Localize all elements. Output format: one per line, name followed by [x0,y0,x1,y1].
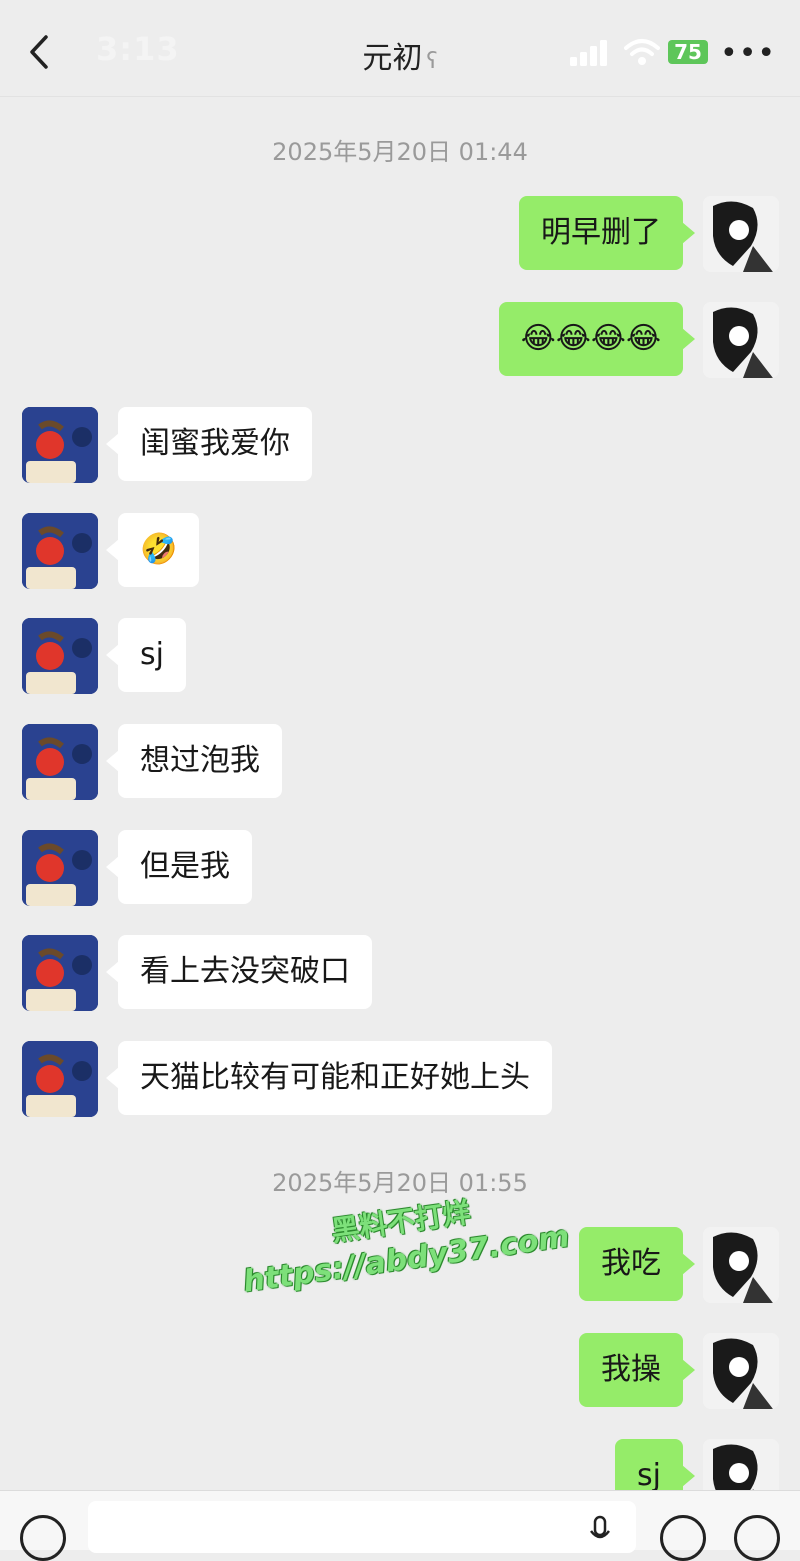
message-bubble-sent[interactable]: 明早删了 [519,196,695,270]
my-avatar[interactable] [703,1227,779,1303]
contact-avatar[interactable] [22,1041,98,1117]
battery-indicator: 75 [668,40,708,64]
watermark: 黑料不打烊 https://abdy37.com [235,1178,576,1323]
chat-input-bar [0,1490,800,1561]
my-avatar[interactable] [703,196,779,272]
contact-avatar[interactable] [22,618,98,694]
message-bubble-received[interactable]: 闺蜜我爱你 [106,407,312,481]
contact-avatar[interactable] [22,724,98,800]
message-bubble-sent[interactable]: 我操 [579,1333,695,1407]
message-bubble-received[interactable]: 🤣 [105,513,200,587]
message-bubble-sent[interactable]: 我吃 [579,1227,695,1301]
message-bubble-received[interactable]: sj [106,618,186,692]
contact-avatar[interactable] [22,407,98,483]
contact-name: 元初 [362,41,423,76]
timestamp: 2025年5月20日 01:55 [272,1169,528,1197]
contact-avatar[interactable] [22,513,98,589]
message-bubble-received[interactable]: 看上去没突破口 [106,935,372,1009]
chat-header: 3:13 元初 ʕ 75 ••• [0,0,800,97]
cellular-signal-icon [570,40,607,66]
more-options-icon[interactable]: ••• [720,36,776,71]
contact-avatar[interactable] [22,830,98,906]
wifi-icon [624,39,660,65]
message-bubble-sent[interactable]: 😂😂😂😂 [498,302,696,376]
microphone-icon[interactable] [588,1515,612,1549]
ear-icon: ʕ [426,49,438,74]
emoji-icon[interactable] [660,1515,706,1561]
my-avatar[interactable] [703,1333,779,1409]
timestamp: 2025年5月20日 01:44 [272,138,528,166]
message-bubble-received[interactable]: 想过泡我 [106,724,282,798]
message-input[interactable] [88,1501,636,1553]
my-avatar[interactable] [703,302,779,378]
message-bubble-received[interactable]: 天猫比较有可能和正好她上头 [106,1041,552,1115]
contact-avatar[interactable] [22,935,98,1011]
message-bubble-received[interactable]: 但是我 [106,830,252,904]
add-icon[interactable] [734,1515,780,1561]
voice-input-icon[interactable] [20,1515,66,1561]
